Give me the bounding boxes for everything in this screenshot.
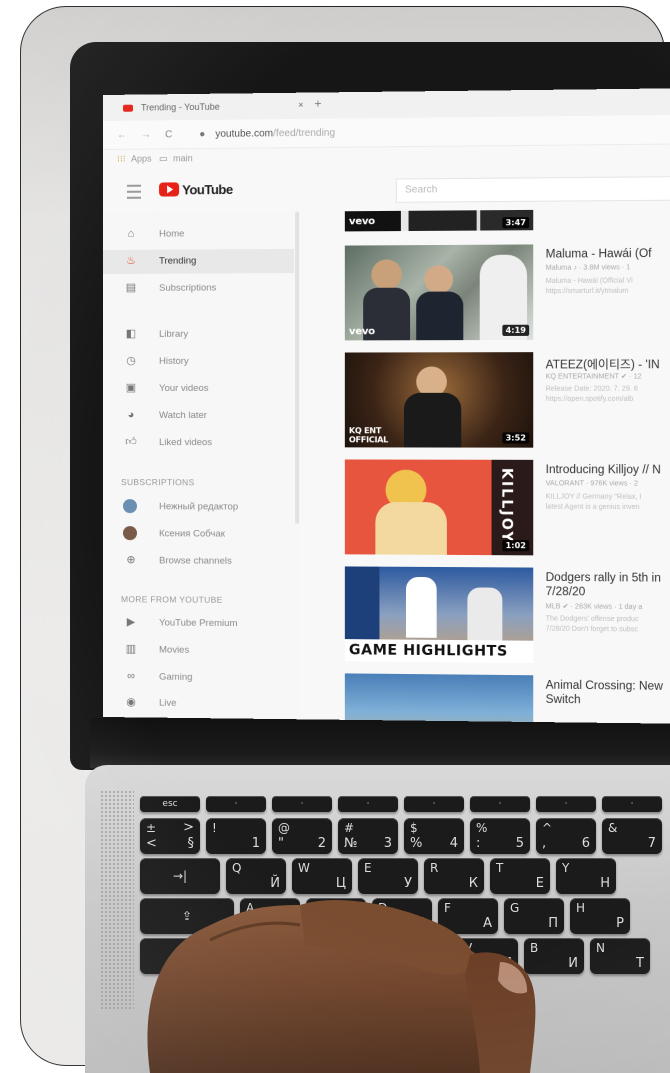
photo-scene: Trending - YouTube × + ← → C ● youtube.c…: [0, 0, 670, 1073]
hand: [0, 0, 670, 1073]
